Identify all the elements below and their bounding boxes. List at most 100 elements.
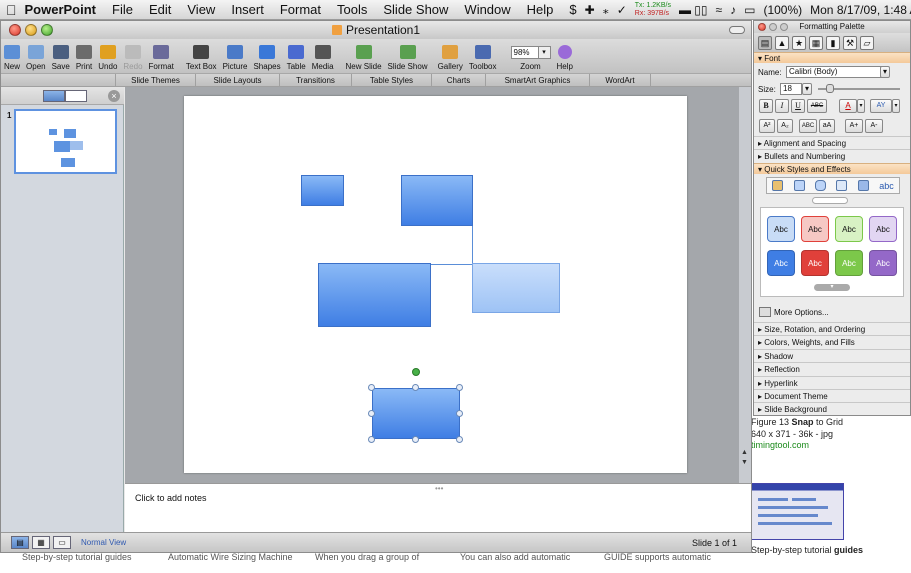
window-zoom-button[interactable] (41, 24, 53, 36)
font-name-field[interactable]: Calibri (Body) (786, 66, 886, 78)
resize-handle-nw[interactable] (368, 384, 375, 391)
rectangle-shape-top[interactable] (401, 175, 473, 226)
menubar-clock[interactable]: Mon 8/17/09, 1:48 AM (810, 3, 911, 17)
window-close-button[interactable] (9, 24, 21, 36)
normal-view-button[interactable]: ▤ (11, 536, 29, 549)
rotation-handle[interactable] (412, 368, 420, 376)
menu-file[interactable]: File (104, 2, 141, 17)
battery-icon[interactable]: ▭ (744, 3, 755, 17)
slide-sorter-button[interactable]: ▦ (32, 536, 50, 549)
web-bottom-caption[interactable]: Step-by-step tutorial guides (751, 545, 863, 555)
custom-animation-icon[interactable]: ★ (792, 35, 806, 50)
resize-handle-sw[interactable] (368, 436, 375, 443)
tab-charts[interactable]: Charts (431, 74, 485, 87)
notes-placeholder[interactable]: Click to add notes (135, 493, 207, 503)
font-color-dropdown-icon[interactable]: ▾ (857, 99, 865, 113)
print-button[interactable]: Print (73, 39, 95, 73)
section-alignment-spacing[interactable]: ▸ Alignment and Spacing (754, 136, 910, 149)
quick-styles-tab-fill-icon[interactable] (772, 180, 784, 191)
shapes-button[interactable]: Shapes (250, 39, 283, 73)
quick-styles-tab-reflection-icon[interactable] (836, 180, 848, 191)
quick-style-swatch-2[interactable]: Abc (801, 216, 829, 242)
menu-edit[interactable]: Edit (141, 2, 179, 17)
resize-handle-n[interactable] (412, 384, 419, 391)
rectangle-shape-small[interactable] (301, 175, 344, 206)
menu-window[interactable]: Window (456, 2, 518, 17)
web-caption-site[interactable]: timingtool.com (751, 440, 809, 450)
resize-handle-s[interactable] (412, 436, 419, 443)
undo-button[interactable]: Undo (95, 39, 120, 73)
resize-handle-e[interactable] (456, 410, 463, 417)
formatting-tab-icon[interactable]: ▤ (758, 35, 772, 50)
scrapbook-icon[interactable]: ▮ (826, 35, 840, 50)
volume-icon[interactable]: ♪ (730, 3, 736, 17)
slide-thumbnail[interactable] (14, 109, 117, 174)
quick-style-swatch-6[interactable]: Abc (801, 250, 829, 276)
section-quick-styles-header[interactable]: ▾ Quick Styles and Effects (754, 163, 910, 174)
section-bullets-numbering[interactable]: ▸ Bullets and Numbering (754, 149, 910, 162)
quick-styles-tab-glow-icon[interactable] (815, 180, 827, 191)
grow-font-button[interactable]: A+ (845, 119, 863, 133)
zoom-value[interactable]: 98% (510, 46, 539, 59)
character-spacing-button[interactable]: AY (870, 99, 892, 113)
bold-button[interactable]: B (759, 99, 773, 113)
new-slide-button[interactable]: New Slide (343, 39, 385, 73)
subscript-button[interactable]: A₂ (777, 119, 793, 133)
slide-show-view-button[interactable]: ▭ (53, 536, 71, 549)
script-menu-icon[interactable]: $ (561, 2, 584, 17)
italic-button[interactable]: I (775, 99, 789, 113)
menu-tools[interactable]: Tools (329, 2, 375, 17)
menu-help[interactable]: Help (519, 2, 562, 17)
bluetooth-icon[interactable]: ⁎ (603, 3, 609, 17)
change-case-button[interactable]: aA (819, 119, 835, 133)
picture-button[interactable]: Picture (220, 39, 251, 73)
underline-button[interactable]: U (791, 99, 805, 113)
zoom-dropdown-icon[interactable]: ▾ (538, 46, 551, 59)
gallery-button[interactable]: Gallery (435, 39, 466, 73)
window-titlebar[interactable]: Presentation1 (1, 21, 751, 39)
palette-minimize-button[interactable] (769, 23, 777, 31)
strikethrough-button[interactable]: ABC (807, 99, 827, 113)
object-palette-icon[interactable]: ▲ (775, 35, 789, 50)
shrink-font-button[interactable]: A- (865, 119, 883, 133)
save-button[interactable]: Save (49, 39, 73, 73)
quick-styles-scroll-up-icon[interactable] (812, 197, 848, 204)
more-options-button[interactable]: More Options... (759, 307, 829, 317)
compatibility-icon[interactable]: ⚒ (843, 35, 857, 50)
redo-button[interactable]: Redo (120, 39, 145, 73)
editor-scrollbar[interactable]: ▲ ▼ (739, 87, 751, 483)
format-button[interactable]: Format (146, 39, 177, 73)
menu-slide-show[interactable]: Slide Show (375, 2, 456, 17)
web-thumbnail-image[interactable] (751, 483, 844, 540)
section-reflection[interactable]: ▸ Reflection (754, 362, 910, 375)
palette-titlebar[interactable]: Formatting Palette (754, 21, 910, 33)
quick-style-swatch-5[interactable]: Abc (767, 250, 795, 276)
font-color-button[interactable]: A (839, 99, 857, 113)
open-button[interactable]: Open (23, 39, 49, 73)
media-button[interactable]: Media (309, 39, 337, 73)
quick-styles-tab-shadow-icon[interactable] (793, 180, 805, 191)
section-document-theme[interactable]: ▸ Document Theme (754, 389, 910, 402)
section-colors-weights[interactable]: ▸ Colors, Weights, and Fills (754, 335, 910, 348)
help-button[interactable]: Help (554, 39, 576, 73)
tab-slide-layouts[interactable]: Slide Layouts (195, 74, 279, 87)
slides-view-toggle[interactable] (43, 90, 65, 102)
window-minimize-button[interactable] (25, 24, 37, 36)
font-name-dropdown-icon[interactable]: ▾ (880, 66, 890, 78)
quick-styles-scroll-down-icon[interactable]: ▾ (814, 284, 850, 291)
menu-format[interactable]: Format (272, 2, 329, 17)
quick-style-swatch-4[interactable]: Abc (869, 216, 897, 242)
table-button[interactable]: Table (284, 39, 309, 73)
next-slide-icon[interactable]: ▼ (741, 459, 748, 466)
wifi-signal-icon[interactable]: ✓ (617, 3, 627, 17)
font-size-field[interactable]: 18 (780, 83, 802, 95)
slide-canvas[interactable] (184, 96, 687, 473)
reference-tools-icon[interactable]: ▦ (809, 35, 823, 50)
outline-view-toggle[interactable] (65, 90, 87, 102)
quick-style-swatch-8[interactable]: Abc (869, 250, 897, 276)
font-size-dropdown-icon[interactable]: ▾ (802, 83, 812, 95)
tab-slide-themes[interactable]: Slide Themes (115, 74, 195, 87)
superscript-button[interactable]: A² (759, 119, 775, 133)
quick-style-swatch-1[interactable]: Abc (767, 216, 795, 242)
section-hyperlink[interactable]: ▸ Hyperlink (754, 376, 910, 389)
